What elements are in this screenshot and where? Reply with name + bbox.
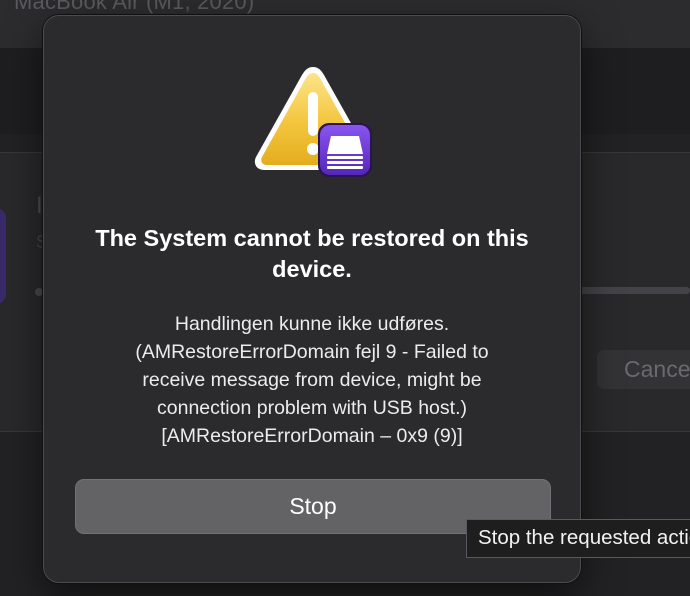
warning-icon <box>254 67 372 177</box>
alert-message-line: connection problem with USB host.) <box>157 397 467 419</box>
background-device-name: I <box>36 192 43 219</box>
background-cancel-button: Cancel <box>597 350 690 389</box>
background-device-icon <box>0 208 6 304</box>
background-window-title: MacBook Air (M1, 2020) <box>14 0 255 14</box>
apple-configurator-badge-icon <box>318 123 372 177</box>
alert-message-line: Handlingen kunne ikke udføres. <box>174 313 450 335</box>
alert-message-line: [AMRestoreErrorDomain – 0x9 (9)] <box>161 425 463 447</box>
alert-message: Handlingen kunne ikke udføres. (AMRestor… <box>74 310 550 450</box>
alert-message-line: (AMRestoreErrorDomain fejl 9 - Failed to <box>135 341 489 363</box>
background-progress-bar <box>578 287 690 294</box>
stop-tooltip: Stop the requested action <box>466 519 690 558</box>
alert-message-line: receive message from device, might be <box>142 369 482 391</box>
alert-title: The System cannot be restored on this de… <box>95 225 529 282</box>
background-status-dot <box>35 288 43 296</box>
alert-dialog: The System cannot be restored on this de… <box>43 15 581 583</box>
screen: MacBook Air (M1, 2020) I S Cancel The Sy… <box>0 0 690 596</box>
